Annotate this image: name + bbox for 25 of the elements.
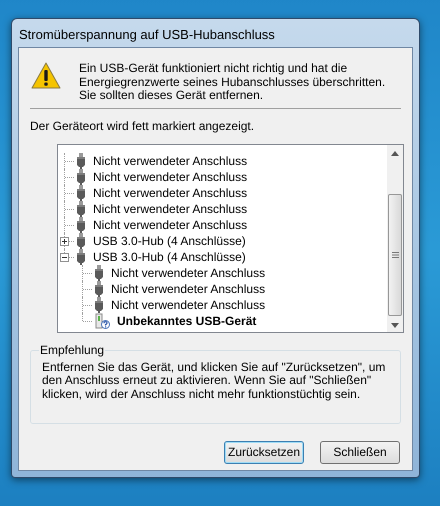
window-title: Stromüberspannung auf USB-Hubanschluss: [18, 26, 276, 44]
tree-item[interactable]: Nicht verwendeter Anschluss: [111, 264, 266, 280]
tree-item[interactable]: Nicht verwendeter Anschluss: [111, 296, 266, 312]
location-note: Der Geräteort wird fett markiert angezeigt.: [30, 118, 256, 132]
dialog-button[interactable]: Zurücksetzen: [224, 440, 304, 464]
tree-item[interactable]: Nicht verwendeter Anschluss: [111, 280, 266, 296]
tree-item[interactable]: Nicht verwendeter Anschluss: [93, 200, 248, 216]
recommendation-text: Entfernen Sie das Gerät, und klicken Sie auf "Zurücksetzen", um den Anschluss erneut zu aktivieren. Wenn Sie auf "Schließen" klicken, wird der Anschluss nicht mehr funktionstüchtig sein.: [42, 360, 386, 401]
scroll-down-icon[interactable]: [391, 322, 399, 328]
scroll-thumb[interactable]: [388, 194, 402, 316]
grip-icon: [392, 252, 398, 258]
tree-item[interactable]: USB 3.0-Hub (4 Anschlüsse): [93, 248, 246, 264]
warning-icon: [31, 62, 61, 90]
warning-message: Ein USB-Gerät funktioniert nicht richtig und hat die Energiegrenzwerte seines Hubanschlusses überschritten. Sie sollten dieses Gerät entfernen.: [79, 62, 386, 102]
collapse-button[interactable]: [60, 252, 69, 262]
tree-item[interactable]: USB 3.0-Hub (4 Anschlüsse): [93, 232, 246, 248]
expand-button[interactable]: [60, 236, 69, 246]
tree-item[interactable]: Nicht verwendeter Anschluss: [93, 184, 248, 200]
tree-item[interactable]: Nicht verwendeter Anschluss: [93, 216, 248, 232]
scroll-up-icon[interactable]: [391, 150, 399, 156]
tree-item[interactable]: Nicht verwendeter Anschluss: [93, 168, 248, 184]
tree-item[interactable]: Nicht verwendeter Anschluss: [93, 152, 248, 168]
tree-item[interactable]: Unbekanntes USB-Gerät: [117, 312, 256, 328]
dialog-button[interactable]: Schließen: [320, 440, 400, 464]
scrollbar[interactable]: [387, 144, 403, 332]
